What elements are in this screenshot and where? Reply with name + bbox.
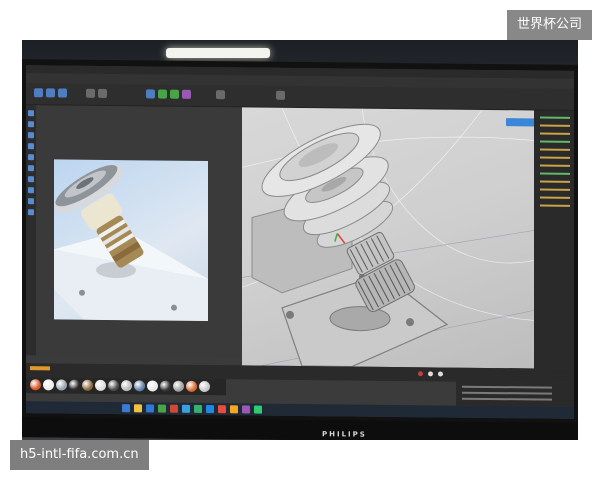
pen-icon[interactable]: [158, 89, 167, 99]
taskbar-app-icon[interactable]: [194, 404, 202, 413]
material-swatch[interactable]: [82, 379, 93, 391]
object-row[interactable]: [540, 196, 570, 199]
stop-icon[interactable]: [438, 371, 443, 377]
material-swatch[interactable]: [30, 379, 41, 391]
3d-viewport[interactable]: [242, 107, 534, 369]
watermark-bottom: h5-intl-fifa.com.cn: [10, 440, 149, 470]
camera-icon[interactable]: [276, 90, 285, 100]
scale-tool-icon[interactable]: [58, 88, 67, 98]
timeline-marker: [30, 366, 50, 371]
taskbar-app-icon[interactable]: [242, 405, 250, 414]
tool-icon[interactable]: [28, 187, 34, 194]
move-tool-icon[interactable]: [34, 88, 43, 98]
taskbar-app-icon[interactable]: [134, 404, 142, 413]
deformer-icon[interactable]: [182, 89, 191, 99]
object-row[interactable]: [540, 180, 570, 183]
taskbar-app-icon[interactable]: [182, 404, 190, 413]
material-swatch[interactable]: [186, 380, 197, 392]
object-row[interactable]: [540, 156, 570, 159]
taskbar-app-icon[interactable]: [254, 405, 262, 414]
taskbar-app-icon[interactable]: [206, 405, 214, 414]
viewport-model: [242, 107, 534, 368]
rendered-speaker-part: [54, 165, 208, 322]
material-swatch[interactable]: [108, 379, 119, 392]
object-row[interactable]: [540, 148, 570, 151]
material-swatch[interactable]: [95, 379, 106, 391]
object-row[interactable]: [540, 116, 570, 119]
taskbar-app-icon[interactable]: [170, 404, 178, 413]
object-manager: [534, 110, 574, 369]
taskbar-app-icon[interactable]: [230, 405, 238, 414]
generator-icon[interactable]: [170, 89, 179, 99]
light-icon[interactable]: [216, 90, 225, 100]
left-toolbar: [26, 105, 36, 356]
photo: PHILIPS: [22, 40, 578, 440]
taskbar-app-icon[interactable]: [146, 404, 154, 413]
tool-icon[interactable]: [28, 198, 34, 205]
tool-icon[interactable]: [28, 209, 34, 216]
material-swatch[interactable]: [160, 380, 171, 392]
record-icon[interactable]: [418, 371, 423, 377]
material-swatch[interactable]: [134, 380, 145, 392]
tool-icon[interactable]: [28, 121, 34, 128]
monitor: PHILIPS: [22, 59, 578, 440]
tool-icon[interactable]: [28, 154, 34, 161]
monitor-brand: PHILIPS: [322, 430, 367, 439]
object-row[interactable]: [540, 204, 570, 207]
ceiling-light: [166, 48, 270, 58]
attribute-row[interactable]: [462, 391, 552, 395]
tool-icon[interactable]: [28, 110, 34, 117]
material-swatch[interactable]: [121, 380, 132, 392]
object-row[interactable]: [540, 172, 570, 175]
tool-icon[interactable]: [28, 165, 34, 172]
object-row[interactable]: [540, 124, 570, 127]
rotate-tool-icon[interactable]: [46, 88, 55, 98]
taskbar-app-icon[interactable]: [218, 405, 226, 414]
material-swatch[interactable]: [199, 380, 210, 393]
object-row[interactable]: [540, 140, 570, 143]
viewport-button[interactable]: [506, 118, 536, 127]
render-icon[interactable]: [86, 88, 95, 98]
material-swatch[interactable]: [147, 380, 158, 392]
tool-icon[interactable]: [28, 176, 34, 183]
render-settings-icon[interactable]: [98, 88, 107, 98]
watermark-top: 世界杯公司: [506, 10, 592, 40]
attributes-panel: [456, 381, 574, 407]
material-swatch[interactable]: [43, 379, 54, 391]
attribute-row[interactable]: [462, 397, 552, 401]
tool-icon[interactable]: [28, 132, 34, 139]
material-swatch[interactable]: [69, 379, 80, 391]
object-row[interactable]: [540, 132, 570, 135]
tool-icon[interactable]: [28, 143, 34, 150]
material-swatch[interactable]: [56, 379, 67, 391]
render-preview-image: [54, 159, 208, 322]
monitor-bezel: PHILIPS: [22, 417, 578, 440]
object-row[interactable]: [540, 188, 570, 191]
object-row[interactable]: [540, 164, 570, 167]
screen: [26, 65, 574, 419]
material-swatch[interactable]: [173, 380, 184, 392]
material-manager: [26, 377, 226, 396]
cube-icon[interactable]: [146, 89, 155, 99]
render-preview-panel: [36, 105, 242, 358]
play-icon[interactable]: [428, 371, 433, 377]
taskbar-app-icon[interactable]: [158, 404, 166, 413]
attribute-row[interactable]: [462, 385, 552, 389]
taskbar-app-icon[interactable]: [122, 404, 130, 413]
